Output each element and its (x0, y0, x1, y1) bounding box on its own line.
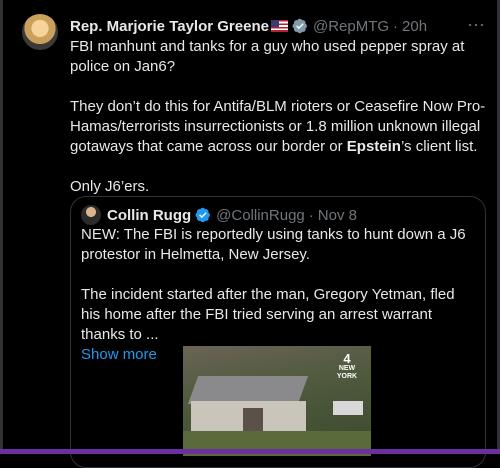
verified-badge-icon (292, 18, 307, 34)
quoted-paragraph: NEW: The FBI is reportedly using tanks t… (81, 226, 466, 263)
author-handle[interactable]: @RepMTG (313, 18, 389, 35)
quoted-author-avatar (81, 205, 101, 225)
tweet-bold-text: Epstein (346, 138, 401, 155)
tweet-paragraph: Only J6’ers. (70, 178, 150, 195)
quoted-author-name: Collin Rugg (107, 206, 192, 224)
quoted-tweet-header: Collin Rugg @CollinRugg · Nov 8 (81, 205, 357, 225)
tweet-text: FBI manhunt and tanks for a guy who used… (70, 37, 488, 197)
author-avatar[interactable] (22, 14, 58, 50)
tweet-text-segment: ’s client list. (400, 138, 478, 155)
quoted-tweet-media[interactable]: 4 NEW YORK (183, 346, 371, 456)
quoted-tweet-card[interactable]: Collin Rugg @CollinRugg · Nov 8 NEW: The… (70, 196, 486, 468)
quoted-tweet-date: Nov 8 (317, 206, 357, 224)
logo-text: NEW YORK (336, 365, 358, 380)
news-station-logo: 4 NEW YORK (333, 352, 361, 381)
tweet-paragraph: FBI manhunt and tanks for a guy who used… (70, 38, 465, 75)
quoted-tweet-text: NEW: The FBI is reportedly using tanks t… (81, 225, 477, 365)
quoted-paragraph: The incident started after the man, Greg… (81, 286, 455, 343)
tweet-header: Rep. Marjorie Taylor Greene @RepMTG · 20… (70, 16, 427, 36)
house-roof (187, 376, 309, 404)
house-door (243, 408, 263, 431)
verified-badge-icon (195, 207, 211, 223)
us-flag-icon (270, 20, 288, 32)
vehicle (333, 401, 363, 415)
quoted-author-handle: @CollinRugg (216, 206, 305, 224)
logo-number: 4 (343, 351, 351, 366)
more-options-icon[interactable]: ··· (466, 14, 486, 34)
tweet-paragraph: They don’t do this for Antifa/BLM rioter… (70, 97, 488, 157)
bottom-edge (0, 449, 500, 454)
separator-dot: · (308, 206, 314, 224)
left-border (0, 0, 3, 454)
author-name[interactable]: Rep. Marjorie Taylor Greene (70, 18, 269, 35)
separator-dot: · (393, 17, 399, 35)
tweet-time[interactable]: 20h (402, 18, 427, 35)
